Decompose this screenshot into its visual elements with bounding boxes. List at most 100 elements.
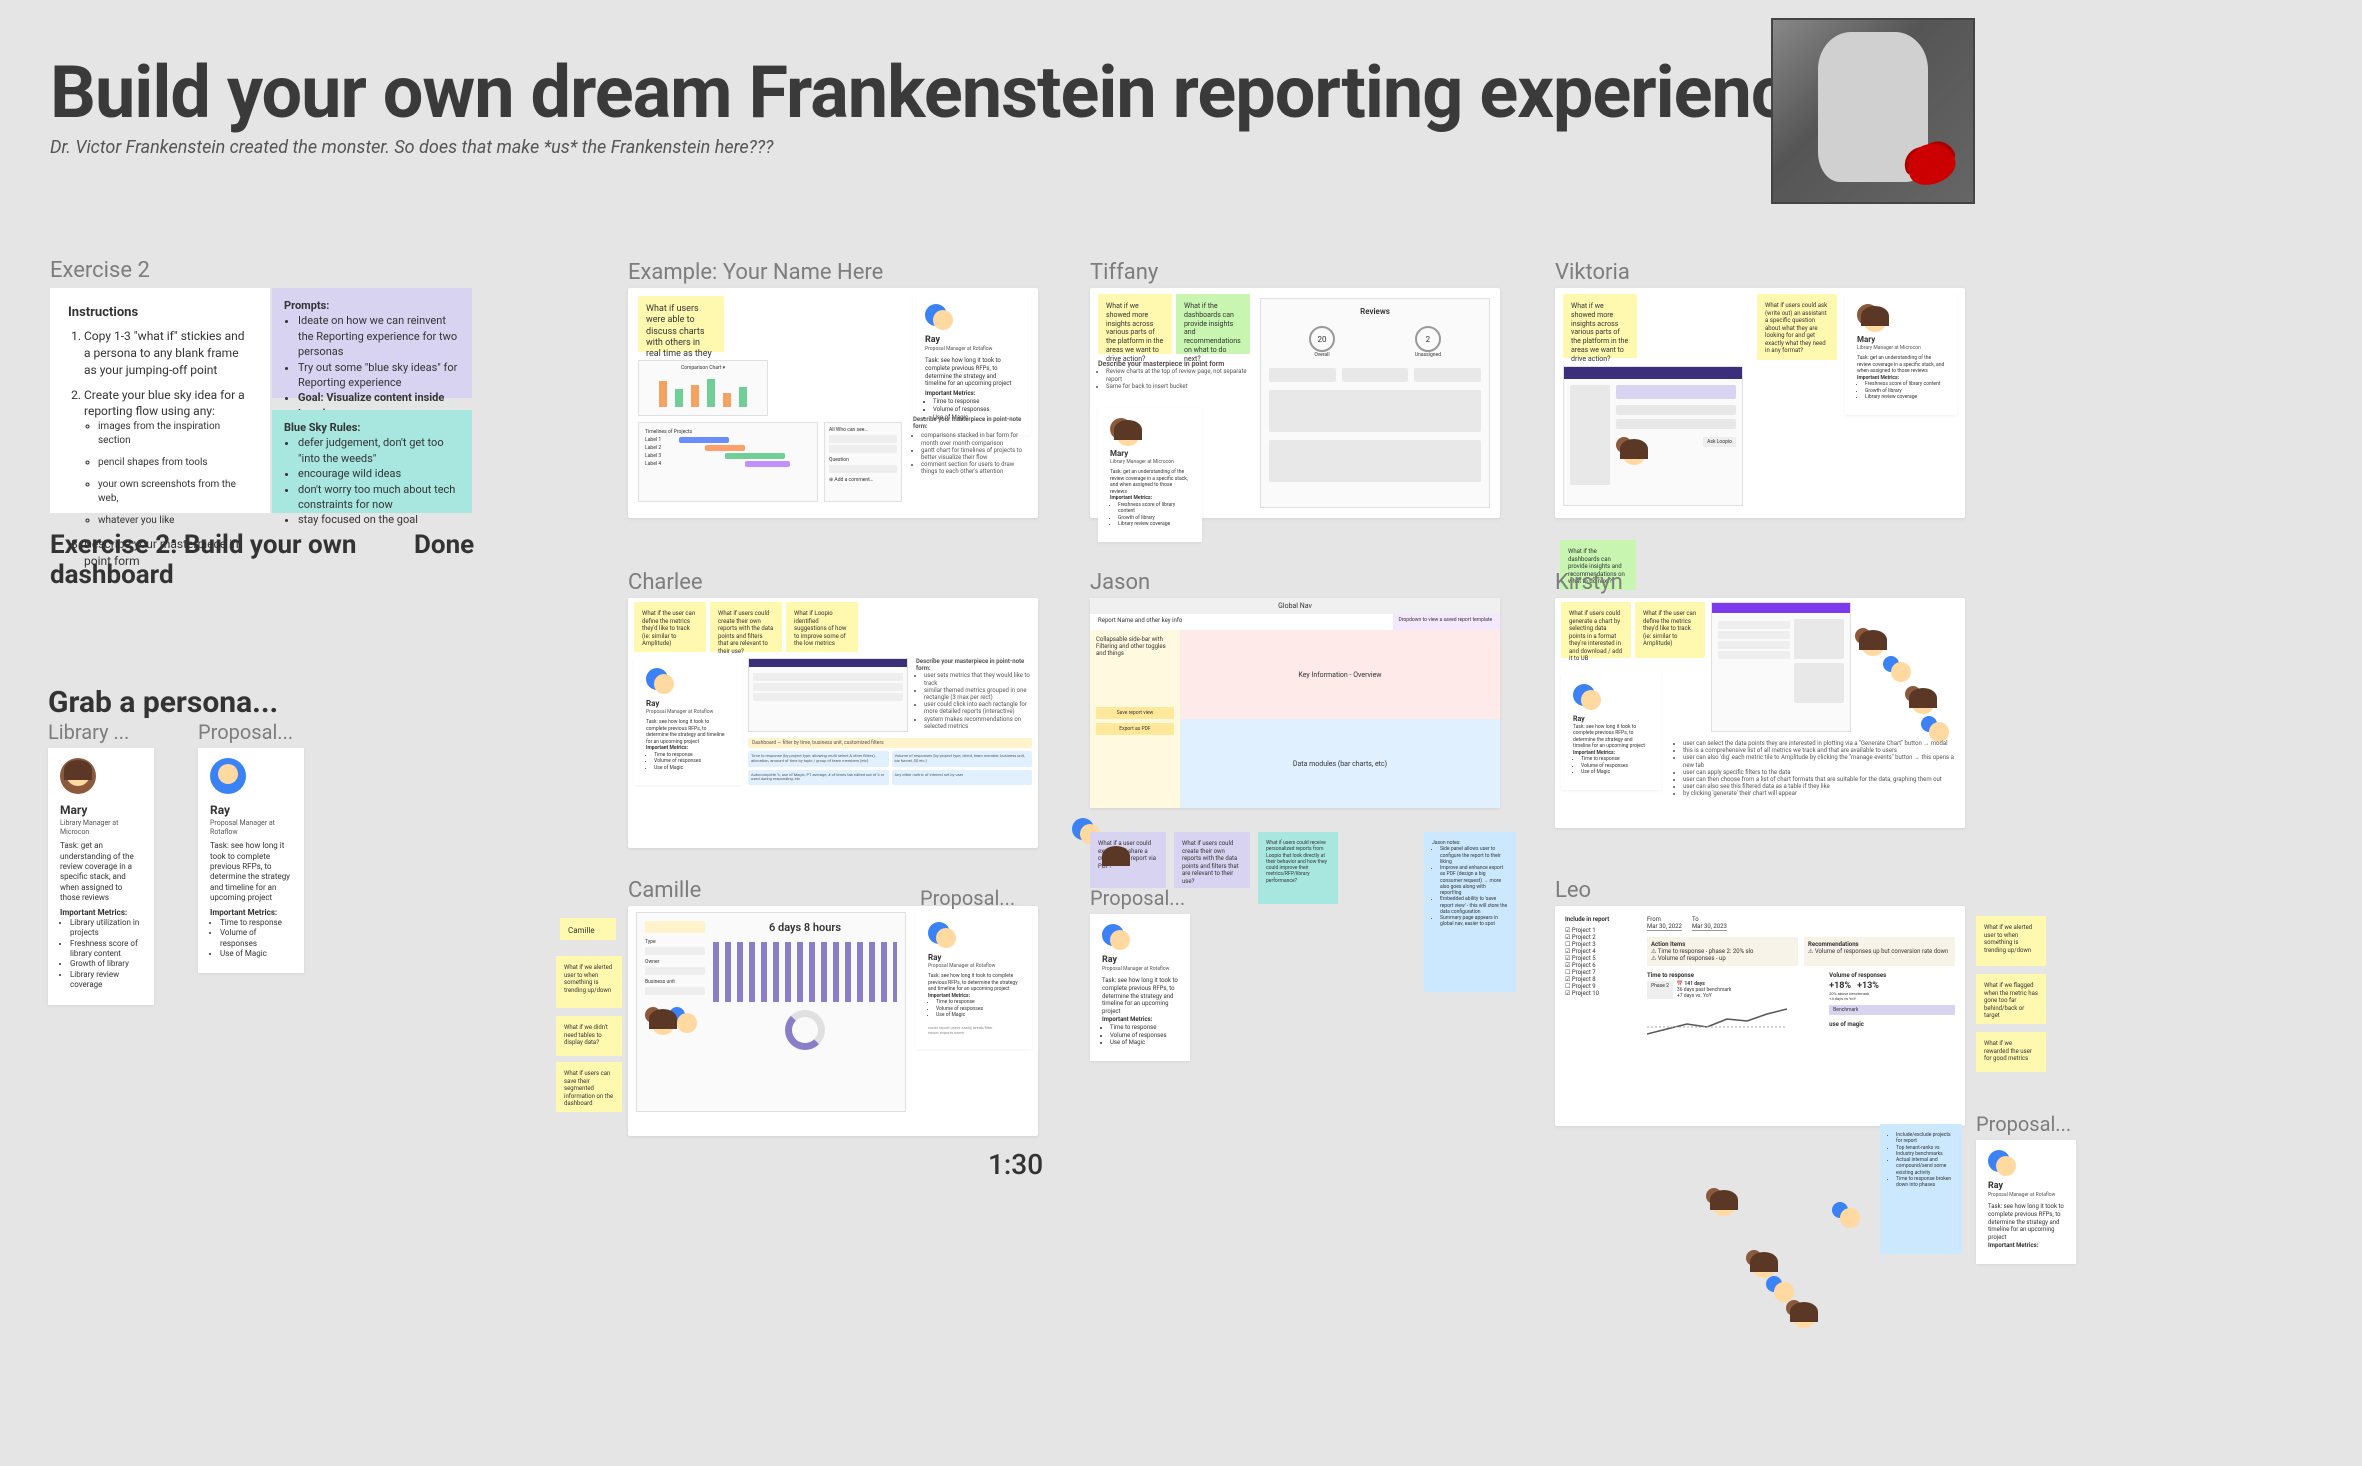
ch-screenshot xyxy=(748,658,908,732)
n: Actual internal and compound/send some e… xyxy=(1896,1157,1954,1176)
frame-viktoria[interactable]: What if we showed more insights across v… xyxy=(1555,288,1965,518)
leo-s1[interactable]: What if we alerted user to when somethin… xyxy=(1976,916,2046,966)
j-s2[interactable]: What if users could create their own rep… xyxy=(1174,832,1250,888)
ah: Action Items xyxy=(1651,941,1685,948)
ch-s3[interactable]: What if Loopio identified suggestions of… xyxy=(786,602,858,652)
ch-ray: Ray Proposal Manager at Rotaflow Task: s… xyxy=(634,658,742,785)
m: Volume of responses xyxy=(933,406,1019,414)
r: Proposal Manager at Rotaflow xyxy=(1102,966,1178,973)
l4: Label 4 xyxy=(645,461,675,467)
n: Ray xyxy=(646,699,730,709)
dash-title: Dashboard — filter by time, business uni… xyxy=(748,738,1032,748)
p[interactable]: Project 7 xyxy=(1572,969,1596,976)
frame-label-jason: Jason xyxy=(1090,570,1150,595)
leo-notes[interactable]: Include/exclude projects for reportTop t… xyxy=(1880,1124,1962,1254)
leo-av1 xyxy=(1706,1188,1722,1204)
k-s2[interactable]: What if the user can define the metrics … xyxy=(1635,602,1705,658)
tif-s2[interactable]: What if the dashboards can provide insig… xyxy=(1176,294,1250,354)
a1: Time to response - phase 2: 20% slo xyxy=(1658,948,1754,955)
frame-jason[interactable]: Global Nav Report Name and other key inf… xyxy=(1090,598,1500,808)
dropdown[interactable]: Dropdown to view a saved report template xyxy=(1393,614,1501,630)
tif-mary: Mary Library Manager at Microcon Task: g… xyxy=(1098,408,1202,542)
frame-charlee[interactable]: What if the user can define the metrics … xyxy=(628,598,1038,848)
frame-leo[interactable]: Include in report ☑ Project 1 ☑ Project … xyxy=(1555,906,1965,1126)
date1[interactable]: Mar 30, 2022 xyxy=(1647,923,1682,931)
d1: comparisons stacked in bar form for mont… xyxy=(921,432,1031,446)
frame-camille[interactable]: Type Owner Business unit 6 days 8 hours … xyxy=(628,906,1038,1136)
wf-comments: All Who can see… Question ⊕ Add a commen… xyxy=(824,422,902,502)
frame-tiffany[interactable]: What if we showed more insights across v… xyxy=(1090,288,1500,518)
k-av3 xyxy=(1905,686,1921,702)
prompt-1: Ideate on how we can reinvent the Report… xyxy=(298,313,460,359)
p[interactable]: Project 4 xyxy=(1572,948,1596,955)
j-notes[interactable]: Jason notes: Side panel allows user to c… xyxy=(1424,832,1516,992)
frame-example[interactable]: What if users were able to discuss chart… xyxy=(628,288,1038,518)
frame-kirstyn[interactable]: What if users could generate a chart by … xyxy=(1555,598,1965,828)
tif-s1[interactable]: What if we showed more insights across v… xyxy=(1098,294,1172,354)
p[interactable]: Project 6 xyxy=(1572,962,1596,969)
d: user can also 'dig' each metric tile to … xyxy=(1683,754,1959,768)
prompts-card: Prompts: Ideate on how we can reinvent t… xyxy=(272,288,472,398)
m: Volume of responses xyxy=(1110,1032,1178,1040)
p[interactable]: Project 5 xyxy=(1572,955,1596,962)
example-sticky[interactable]: What if users were able to discuss chart… xyxy=(638,296,724,352)
m: Library review coverage xyxy=(1118,521,1190,528)
m: Time to response xyxy=(1110,1024,1178,1032)
vik-s1[interactable]: What if we showed more insights across v… xyxy=(1563,294,1637,358)
leo-s3[interactable]: What if we rewarded the user for good me… xyxy=(1976,1032,2046,1072)
p[interactable]: Project 1 xyxy=(1572,927,1596,934)
export-btn[interactable]: Export as PDF xyxy=(1096,723,1174,735)
n2: 2 xyxy=(1415,326,1441,352)
persona-heading: Grab a persona... xyxy=(48,685,278,720)
persona-card-mary[interactable]: Mary Library Manager at Microcon Task: g… xyxy=(48,748,154,1005)
save-btn[interactable]: Save report view xyxy=(1096,707,1174,719)
d1: Review charts at the top of review page,… xyxy=(1106,368,1250,382)
mh: Important Metrics: xyxy=(1110,495,1152,501)
c2: Volume of responses (by project type, cl… xyxy=(892,751,1033,767)
l2: Label 2 xyxy=(645,445,675,451)
leo-s2[interactable]: What if we flagged when the metric has g… xyxy=(1976,974,2046,1024)
mh: Important Metrics: xyxy=(1988,1242,2038,1249)
vik-s2[interactable]: What if users could ask (write out) an a… xyxy=(1757,294,1837,360)
j-s3[interactable]: What if users could receive personalized… xyxy=(1258,832,1338,904)
bench: Benchmark xyxy=(1829,1005,1955,1015)
reviews-title: Reviews xyxy=(1269,307,1481,316)
tif-desc: Describe your masterpiece in point form … xyxy=(1098,360,1250,390)
p[interactable]: Project 9 xyxy=(1572,983,1596,990)
ch-s1[interactable]: What if the user can define the metrics … xyxy=(634,602,706,652)
leo-av2 xyxy=(1832,1202,1848,1218)
wf-comparison: Comparison Chart ▾ xyxy=(638,360,768,416)
n: Ray xyxy=(1988,1181,2064,1193)
d: user sets metrics that they would like t… xyxy=(924,672,1032,686)
date2[interactable]: Mar 30, 2023 xyxy=(1692,923,1727,931)
prompts-heading: Prompts: xyxy=(284,299,329,312)
ch-s2[interactable]: What if users could create their own rep… xyxy=(710,602,782,652)
p[interactable]: Project 2 xyxy=(1572,934,1596,941)
mh: Important Metrics: xyxy=(1102,1016,1152,1023)
persona-name: Ray xyxy=(210,803,292,819)
proposal-card-4[interactable]: Ray Proposal Manager at Rotaflow Task: s… xyxy=(1976,1140,2076,1264)
cam-name[interactable]: Camille xyxy=(560,918,616,940)
ch-desc: Describe your masterpiece in point-note … xyxy=(916,658,1032,730)
r1: Volume of responses up but conversion ra… xyxy=(1815,948,1949,955)
avatar xyxy=(1102,924,1124,946)
instr-step-2: Create your blue sky idea for a reportin… xyxy=(84,387,252,529)
persona-card-ray[interactable]: Ray Proposal Manager at Rotaflow Task: s… xyxy=(198,748,304,973)
avatar-mary xyxy=(60,758,96,794)
d2: gantt chart for timelines of projects to… xyxy=(921,447,1031,461)
proposal-card-3[interactable]: Ray Proposal Manager at Rotaflow Task: s… xyxy=(1090,914,1190,1061)
avatar-ray xyxy=(210,758,246,794)
cam-s1[interactable]: What if we alerted user to when somethin… xyxy=(556,956,622,1008)
rule-3: don't worry too much about tech constrai… xyxy=(298,482,460,513)
global-nav: Global Nav xyxy=(1090,598,1500,614)
p[interactable]: Project 3 xyxy=(1572,941,1596,948)
p[interactable]: Project 8 xyxy=(1572,976,1596,983)
k-s1[interactable]: What if users could generate a chart by … xyxy=(1561,602,1631,658)
cam-s3[interactable]: What if users can save their segmented i… xyxy=(556,1062,622,1112)
p[interactable]: Project 10 xyxy=(1572,990,1599,997)
sidebar: Collapsable side-bar with Filtering and … xyxy=(1096,636,1174,657)
cam-s2[interactable]: What if we didn't need tables to display… xyxy=(556,1016,622,1056)
l3: Label 3 xyxy=(645,453,675,459)
instr-sub-d: whatever you like xyxy=(98,514,252,528)
vik-mary: Mary Library Manager at Microcon Task: g… xyxy=(1845,294,1957,415)
